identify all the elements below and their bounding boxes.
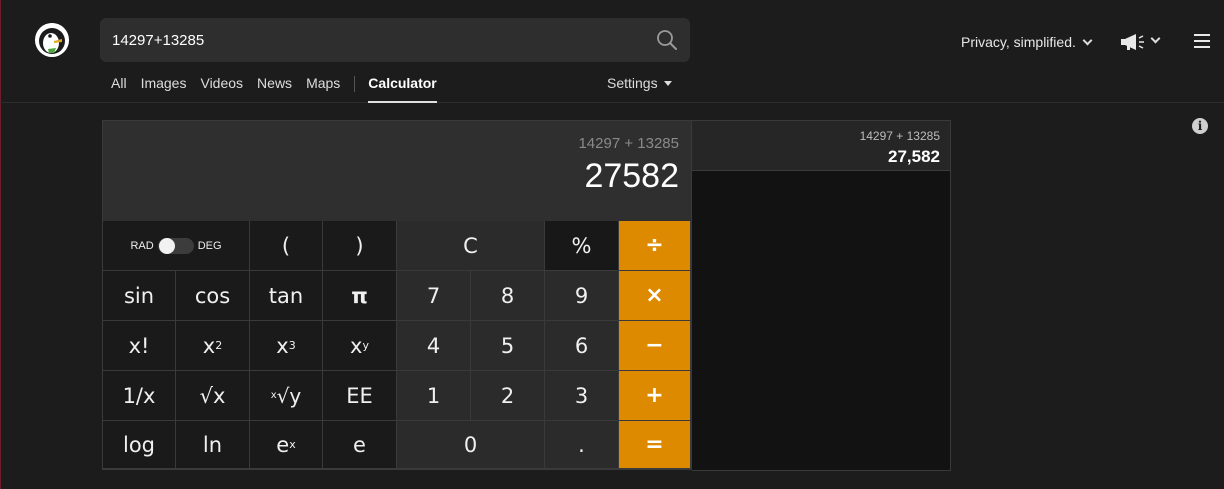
tab-maps[interactable]: Maps	[306, 75, 340, 103]
key-cos[interactable]: cos	[176, 271, 250, 321]
key-plus[interactable]: +	[619, 371, 691, 421]
key-3[interactable]: 3	[545, 371, 619, 421]
key-2[interactable]: 2	[471, 371, 545, 421]
toggle-switch	[157, 237, 194, 254]
calculator-display: 14297 + 13285 27582	[103, 121, 691, 221]
megaphone-menu[interactable]	[1120, 32, 1166, 52]
key-cube[interactable]: x3	[250, 321, 323, 371]
history-result: 27,582	[888, 147, 940, 166]
key-5[interactable]: 5	[471, 321, 545, 371]
calculator-expression: 14297 + 13285	[578, 135, 679, 152]
power-base: x	[350, 333, 363, 358]
history-expression: 14297 + 13285	[859, 129, 940, 143]
tab-divider	[354, 76, 356, 92]
header: All Images Videos News Maps Calculator S…	[0, 0, 1224, 103]
key-6[interactable]: 6	[545, 321, 619, 371]
key-right-paren[interactable]: )	[323, 221, 397, 271]
key-sqrt[interactable]: √x	[176, 371, 250, 421]
cube-base: x	[276, 333, 289, 358]
key-equals[interactable]: =	[619, 421, 691, 469]
key-decimal[interactable]: .	[545, 421, 619, 469]
tab-all[interactable]: All	[111, 75, 127, 103]
exp-exponent: x	[289, 438, 296, 451]
search-input[interactable]	[100, 18, 640, 62]
key-multiply[interactable]: ×	[619, 271, 691, 321]
settings-menu[interactable]: Settings	[607, 75, 672, 91]
key-tan[interactable]: tan	[250, 271, 323, 321]
key-1[interactable]: 1	[397, 371, 471, 421]
search-tabs: All Images Videos News Maps Calculator	[111, 75, 451, 103]
hamburger-menu-icon[interactable]	[1194, 34, 1210, 48]
privacy-label: Privacy, simplified.	[961, 34, 1076, 50]
tab-calculator[interactable]: Calculator	[368, 75, 437, 103]
key-exp[interactable]: ex	[250, 421, 323, 469]
key-power[interactable]: xy	[323, 321, 397, 371]
calculator-result: 27582	[584, 157, 679, 195]
caret-down-icon	[663, 81, 672, 86]
tab-images[interactable]: Images	[141, 75, 187, 103]
power-exponent: y	[362, 339, 369, 352]
key-e[interactable]: e	[323, 421, 397, 469]
square-exponent: 2	[215, 339, 223, 352]
rad-deg-toggle[interactable]: RAD DEG	[103, 221, 250, 271]
key-7[interactable]: 7	[397, 271, 471, 321]
key-left-paren[interactable]: (	[250, 221, 323, 271]
key-factorial[interactable]: x!	[103, 321, 176, 371]
key-minus[interactable]: −	[619, 321, 691, 371]
key-0[interactable]: 0	[397, 421, 545, 469]
key-clear[interactable]: C	[397, 221, 545, 271]
settings-label: Settings	[607, 75, 658, 91]
search-icon[interactable]	[656, 29, 678, 51]
exp-base: e	[276, 432, 290, 457]
megaphone-icon	[1121, 34, 1144, 50]
tab-videos[interactable]: Videos	[200, 75, 243, 103]
history-entry[interactable]: 14297 + 13285 27,582	[692, 121, 950, 171]
info-icon[interactable]: i	[1192, 118, 1208, 134]
key-pi[interactable]: π	[323, 271, 397, 321]
key-percent[interactable]: %	[545, 221, 619, 271]
deg-label: DEG	[197, 239, 222, 252]
key-4[interactable]: 4	[397, 321, 471, 371]
key-xroot[interactable]: x √y	[250, 371, 323, 421]
chevron-down-icon	[1082, 35, 1093, 46]
key-square[interactable]: x2	[176, 321, 250, 371]
key-ln[interactable]: ln	[176, 421, 250, 469]
key-9[interactable]: 9	[545, 271, 619, 321]
calculator: 14297 + 13285 27582 RAD DEG ( ) C % ÷ si…	[102, 120, 692, 470]
rad-label: RAD	[130, 239, 154, 252]
calculator-history: 14297 + 13285 27,582	[692, 120, 951, 471]
duckduckgo-logo[interactable]	[35, 23, 69, 57]
xroot-radical: √y	[276, 383, 302, 408]
key-ee[interactable]: EE	[323, 371, 397, 421]
chevron-down-icon	[1150, 33, 1161, 44]
privacy-menu[interactable]: Privacy, simplified.	[961, 34, 1093, 50]
key-log[interactable]: log	[103, 421, 176, 469]
search-box	[100, 18, 690, 62]
cube-exponent: 3	[288, 339, 296, 352]
square-base: x	[202, 333, 216, 358]
key-reciprocal[interactable]: 1/x	[103, 371, 176, 421]
key-8[interactable]: 8	[471, 271, 545, 321]
tab-news[interactable]: News	[257, 75, 292, 103]
key-sin[interactable]: sin	[103, 271, 176, 321]
key-divide[interactable]: ÷	[619, 221, 691, 271]
